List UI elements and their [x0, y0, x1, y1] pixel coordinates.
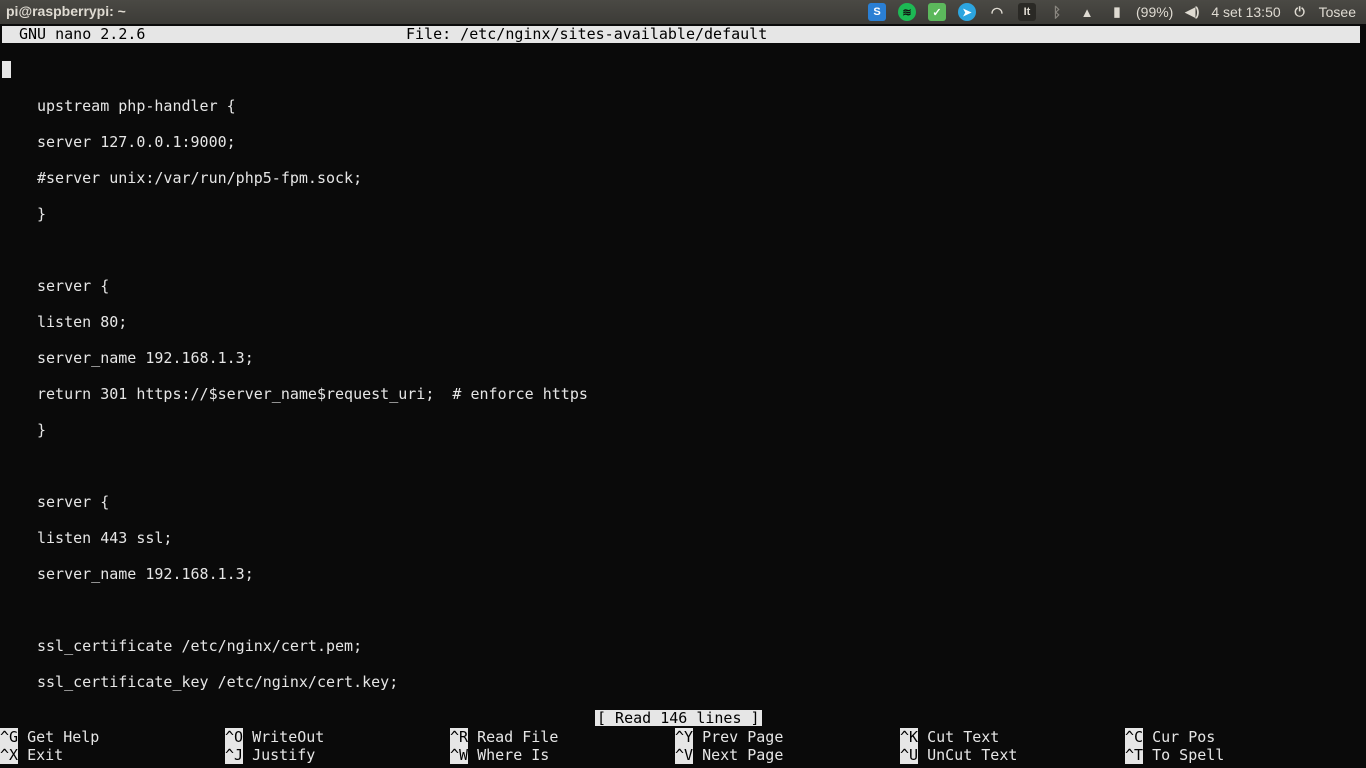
shortcut-key: ^J: [225, 746, 244, 764]
battery-percentage[interactable]: (99%): [1136, 4, 1173, 20]
shortcut-label: Read File: [477, 728, 559, 746]
shortcut-label: Justify: [252, 746, 316, 764]
shortcut-key: ^O: [225, 728, 244, 746]
session-icon[interactable]: ⏻: [1291, 3, 1309, 21]
shortcut-where-is[interactable]: ^W Where Is: [450, 746, 549, 764]
code-line: server {: [37, 277, 110, 295]
shortcut-writeout[interactable]: ^O WriteOut: [225, 728, 324, 746]
terminal-window[interactable]: GNU nano 2.2.6 File: /etc/nginx/sites-av…: [0, 24, 1366, 768]
shortcut-read-file[interactable]: ^R Read File: [450, 728, 558, 746]
code-line: }: [37, 421, 47, 439]
shortcut-key: ^T: [1125, 746, 1144, 764]
system-tray: S ≋ ✓ ➤ ◠ It ᛒ ▲ ▮ (99%) ◀) 4 set 13:50 …: [862, 0, 1360, 24]
shortcut-label: UnCut Text: [927, 746, 1018, 764]
shortcut-label: Cut Text: [927, 728, 1000, 746]
keyboard-layout-icon[interactable]: It: [1018, 3, 1036, 21]
top-panel: pi@raspberrypi: ~ S ≋ ✓ ➤ ◠ It ᛒ ▲ ▮ (99…: [0, 0, 1366, 24]
shortcut-to-spell[interactable]: ^T To Spell: [1125, 746, 1224, 764]
shortcut-key: ^C: [1125, 728, 1144, 746]
shortcut-key: ^X: [0, 746, 19, 764]
spotify-icon[interactable]: ≋: [898, 3, 916, 21]
editor-buffer[interactable]: upstream php-handler { server 127.0.0.1:…: [0, 24, 1366, 724]
shortcut-exit[interactable]: ^X Exit: [0, 746, 63, 764]
shortcut-label: Cur Pos: [1152, 728, 1216, 746]
notification-icon[interactable]: ▲: [1078, 3, 1096, 21]
status-message: [ Read 146 lines ]: [595, 709, 762, 727]
wifi-icon[interactable]: ◠: [988, 3, 1006, 21]
shortcut-key: ^V: [675, 746, 694, 764]
clock[interactable]: 4 set 13:50: [1211, 4, 1280, 20]
shortcut-next-page[interactable]: ^V Next Page: [675, 746, 783, 764]
shortcut-justify[interactable]: ^J Justify: [225, 746, 315, 764]
shortcut-key: ^R: [450, 728, 469, 746]
shortcut-key: ^W: [450, 746, 469, 764]
code-line: }: [37, 205, 47, 223]
skype-icon[interactable]: S: [868, 3, 886, 21]
shortcut-label: WriteOut: [252, 728, 325, 746]
shortcut-label: Where Is: [477, 746, 550, 764]
volume-icon[interactable]: ◀): [1183, 3, 1201, 21]
shortcut-label: Exit: [27, 746, 64, 764]
battery-icon[interactable]: ▮: [1108, 3, 1126, 21]
shortcut-cur-pos[interactable]: ^C Cur Pos: [1125, 728, 1215, 746]
window-title: pi@raspberrypi: ~: [6, 3, 126, 19]
telegram-icon[interactable]: ➤: [958, 3, 976, 21]
shortcut-get-help[interactable]: ^G Get Help: [0, 728, 99, 746]
code-line: return 301 https://$server_name$request_…: [37, 385, 588, 403]
shortcut-label: Next Page: [702, 746, 784, 764]
shortcut-label: To Spell: [1152, 746, 1225, 764]
code-line: ssl_certificate_key /etc/nginx/cert.key;: [37, 673, 399, 691]
code-line: upstream php-handler {: [37, 97, 236, 115]
shortcut-cut-text[interactable]: ^K Cut Text: [900, 728, 999, 746]
shortcut-label: Prev Page: [702, 728, 784, 746]
shortcut-key: ^G: [0, 728, 19, 746]
code-line: ssl_certificate /etc/nginx/cert.pem;: [37, 637, 363, 655]
code-line: server 127.0.0.1:9000;: [37, 133, 236, 151]
shortcut-key: ^K: [900, 728, 919, 746]
shortcut-uncut-text[interactable]: ^U UnCut Text: [900, 746, 1017, 764]
shortcut-key: ^U: [900, 746, 919, 764]
code-line: listen 80;: [37, 313, 128, 331]
user-name[interactable]: Tosee: [1319, 4, 1356, 20]
bluetooth-icon[interactable]: ᛒ: [1048, 3, 1066, 21]
check-app-icon[interactable]: ✓: [928, 3, 946, 21]
shortcut-label: Get Help: [27, 728, 100, 746]
code-line: server_name 192.168.1.3;: [37, 565, 254, 583]
code-line: listen 443 ssl;: [37, 529, 173, 547]
shortcut-prev-page[interactable]: ^Y Prev Page: [675, 728, 783, 746]
shortcut-key: ^Y: [675, 728, 694, 746]
code-line: server_name 192.168.1.3;: [37, 349, 254, 367]
code-line: server {: [37, 493, 110, 511]
code-line: #server unix:/var/run/php5-fpm.sock;: [37, 169, 363, 187]
